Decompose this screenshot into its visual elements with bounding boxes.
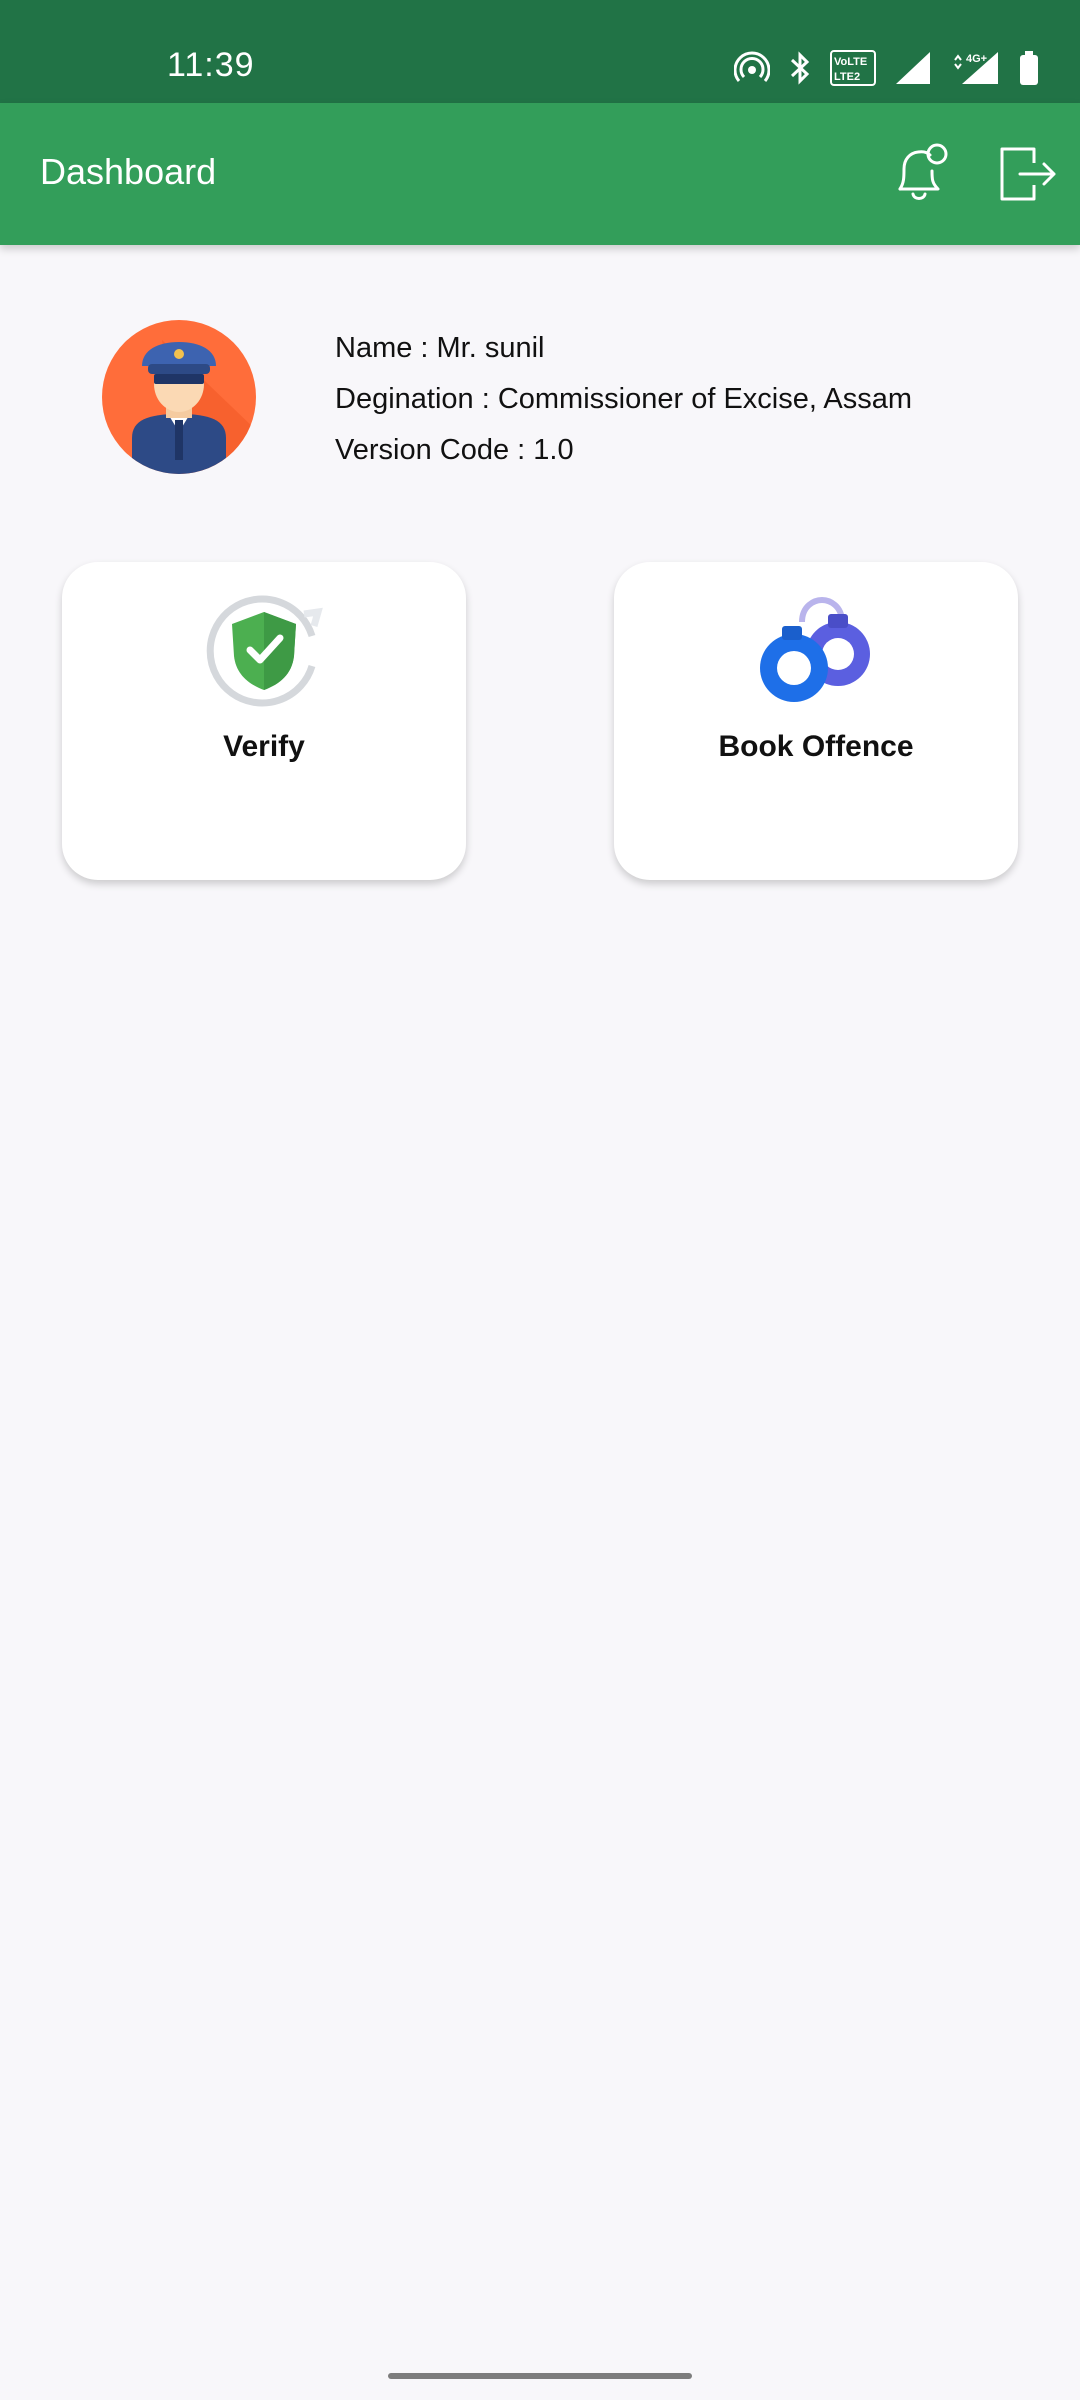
- book-offence-label: Book Offence: [718, 730, 914, 763]
- notification-bell-icon: [898, 143, 948, 200]
- hotspot-icon: [734, 51, 770, 82]
- app-bar: Dashboard: [0, 103, 1080, 245]
- logout-button[interactable]: [998, 145, 1058, 203]
- notification-button[interactable]: [888, 141, 952, 207]
- signal-4g-icon: 4G+: [954, 51, 998, 84]
- home-indicator[interactable]: [388, 2373, 692, 2379]
- verify-label: Verify: [223, 730, 305, 763]
- status-icons: VoLTE LTE2 4G+: [734, 45, 1040, 90]
- page-title: Dashboard: [40, 151, 217, 192]
- logout-icon: [1000, 147, 1056, 201]
- signal-icon: [896, 51, 930, 84]
- officer-avatar: [102, 320, 256, 474]
- version-code: Version Code : 1.0: [335, 434, 574, 466]
- volte-top-text: VoLTE: [834, 56, 867, 68]
- verify-tile[interactable]: Verify: [62, 562, 466, 880]
- officer-name: Name : Mr. sunil: [335, 332, 545, 364]
- network-label: 4G+: [966, 53, 987, 65]
- status-bar: 11:39 VoLTE LTE2 4G+: [0, 0, 1080, 103]
- profile-section: Name : Mr. sunil Degination : Commission…: [0, 300, 1080, 500]
- volte-icon: VoLTE LTE2: [830, 49, 876, 86]
- book-offence-tile[interactable]: Book Offence: [614, 562, 1018, 880]
- volte-bottom-text: LTE2: [834, 71, 860, 83]
- bluetooth-icon: [790, 50, 810, 85]
- profile-details: Name : Mr. sunil Degination : Commission…: [335, 328, 912, 481]
- officer-designation: Degination : Commissioner of Excise, Ass…: [335, 383, 912, 415]
- battery-icon: [1020, 50, 1038, 85]
- verify-shield-icon: [206, 595, 323, 707]
- status-time: 11:39: [167, 46, 255, 84]
- handcuffs-icon: [760, 596, 870, 702]
